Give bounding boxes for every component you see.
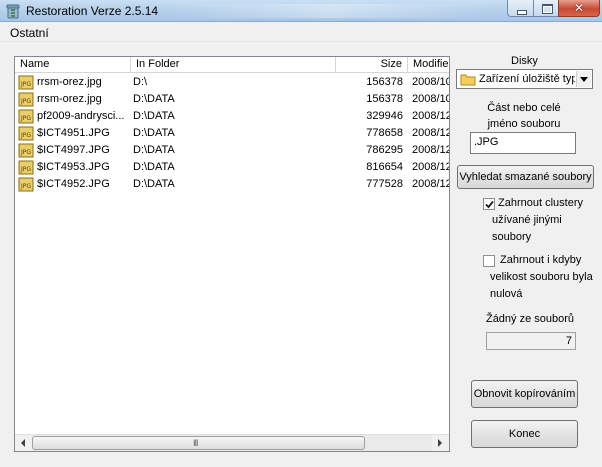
drive-dropdown-button[interactable]	[576, 71, 591, 87]
jpg-file-icon-text: JPG	[20, 183, 31, 190]
close-button[interactable]: ✕	[558, 0, 600, 17]
row-size: 816654	[366, 161, 403, 173]
row-modified: 2008/10	[412, 76, 449, 88]
list-header: Name In Folder Size Modified	[15, 57, 449, 73]
scroll-left-button[interactable]	[15, 435, 32, 451]
table-row[interactable]: JPG $ICT4953.JPG D:\DATA 816654 2008/12	[15, 159, 449, 176]
jpg-file-icon-text: JPG	[20, 115, 31, 122]
status-count: 7	[565, 335, 572, 347]
include-zero-label-line3: nulová	[490, 288, 523, 300]
app-recycle-icon	[6, 4, 20, 19]
jpg-file-icon: JPG	[18, 177, 34, 192]
drive-select[interactable]: Zařízení úložiště typu	[456, 69, 593, 89]
row-folder: D:\DATA	[133, 93, 175, 105]
drive-select-value: Zařízení úložiště typu	[479, 73, 575, 85]
jpg-file-icon-text: JPG	[20, 132, 31, 139]
row-size: 329946	[366, 110, 403, 122]
title-bar[interactable]: Restoration Verze 2.5.14 ✕	[0, 0, 602, 22]
row-size: 778658	[366, 127, 403, 139]
include-zero-label-line1: Zahrnout i kdyby	[500, 254, 582, 266]
table-row[interactable]: JPG pf2009-andrysci... D:\DATA 329946 20…	[15, 108, 449, 125]
exit-button[interactable]: Konec	[471, 420, 578, 448]
scroll-thumb[interactable]: III	[32, 436, 365, 450]
window-title: Restoration Verze 2.5.14	[26, 4, 159, 18]
jpg-file-icon: JPG	[18, 126, 34, 141]
jpg-file-icon: JPG	[18, 160, 34, 175]
include-zero-size-checkbox[interactable]	[483, 255, 495, 267]
drives-label: Disky	[511, 55, 538, 67]
file-list[interactable]: Name In Folder Size Modified JPG rrsm-or…	[14, 56, 450, 452]
jpg-file-icon: JPG	[18, 109, 34, 124]
jpg-file-icon-text: JPG	[20, 166, 31, 173]
filename-label-line1: Část nebo celé	[487, 102, 561, 114]
table-row[interactable]: JPG rrsm-orez.jpg D:\ 156378 2008/10	[15, 74, 449, 91]
row-folder: D:\DATA	[133, 144, 175, 156]
column-folder[interactable]: In Folder	[131, 57, 336, 73]
scroll-right-button[interactable]	[432, 435, 449, 451]
table-row[interactable]: JPG $ICT4951.JPG D:\DATA 778658 2008/12	[15, 125, 449, 142]
row-size: 777528	[366, 178, 403, 190]
row-modified: 2008/12	[412, 178, 449, 190]
row-folder: D:\	[133, 76, 148, 88]
status-label: Žádný ze souborů	[485, 313, 575, 325]
folder-icon	[460, 74, 476, 86]
row-modified: 2008/12	[412, 110, 449, 122]
chevron-down-icon	[580, 77, 588, 82]
include-clusters-label-line2: užívané jinými	[492, 214, 562, 226]
search-deleted-button[interactable]: Vyhledat smazané soubory	[457, 165, 594, 189]
restore-copy-button[interactable]: Obnovit kopírováním	[471, 380, 578, 408]
row-modified: 2008/12	[412, 144, 449, 156]
jpg-file-icon-text: JPG	[20, 81, 31, 88]
minimize-button[interactable]	[507, 0, 534, 17]
row-name: $ICT4951.JPG	[37, 127, 110, 139]
row-name: rrsm-orez.jpg	[37, 93, 102, 105]
include-clusters-label-line3: soubory	[492, 231, 532, 243]
row-name: $ICT4997.JPG	[37, 144, 110, 156]
title-bar-shine	[170, 4, 490, 18]
row-name: rrsm-orez.jpg	[37, 76, 102, 88]
row-name: $ICT4952.JPG	[37, 178, 110, 190]
include-clusters-checkbox[interactable]	[483, 198, 495, 210]
row-modified: 2008/10	[412, 93, 449, 105]
column-name[interactable]: Name	[15, 57, 131, 73]
row-folder: D:\DATA	[133, 127, 175, 139]
row-folder: D:\DATA	[133, 161, 175, 173]
jpg-file-icon: JPG	[18, 92, 34, 107]
row-modified: 2008/12	[412, 161, 449, 173]
include-clusters-label-line1: Zahrnout clustery	[498, 197, 583, 209]
row-name: $ICT4953.JPG	[37, 161, 110, 173]
row-folder: D:\DATA	[133, 110, 175, 122]
arrow-right-icon	[438, 439, 442, 447]
row-folder: D:\DATA	[133, 178, 175, 190]
table-row[interactable]: JPG $ICT4997.JPG D:\DATA 786295 2008/12	[15, 142, 449, 159]
row-size: 156378	[366, 93, 403, 105]
row-size: 786295	[366, 144, 403, 156]
jpg-file-icon-text: JPG	[20, 98, 31, 105]
table-row[interactable]: JPG rrsm-orez.jpg D:\DATA 156378 2008/10	[15, 91, 449, 108]
row-size: 156378	[366, 76, 403, 88]
table-row[interactable]: JPG $ICT4952.JPG D:\DATA 777528 2008/12	[15, 176, 449, 193]
jpg-file-icon: JPG	[18, 143, 34, 158]
checkmark-icon	[485, 200, 494, 209]
arrow-left-icon	[21, 439, 25, 447]
horizontal-scrollbar[interactable]: III	[15, 434, 449, 451]
scroll-grip-icon: III	[193, 438, 198, 448]
include-zero-label-line2: velikost souboru byla	[490, 271, 593, 283]
maximize-button[interactable]	[533, 0, 559, 17]
status-field: 7	[486, 332, 576, 350]
row-name: pf2009-andrysci...	[37, 110, 125, 122]
menu-bar: Ostatní	[0, 22, 602, 42]
jpg-file-icon: JPG	[18, 75, 34, 90]
filename-label-line2: jméno souboru	[487, 118, 561, 130]
column-modified[interactable]: Modified	[408, 57, 449, 73]
close-icon: ✕	[573, 1, 585, 15]
jpg-file-icon-text: JPG	[20, 149, 31, 156]
menu-ostatni[interactable]: Ostatní	[10, 26, 49, 40]
filename-input[interactable]: .JPG	[470, 132, 576, 154]
column-size[interactable]: Size	[336, 57, 408, 73]
row-modified: 2008/12	[412, 127, 449, 139]
